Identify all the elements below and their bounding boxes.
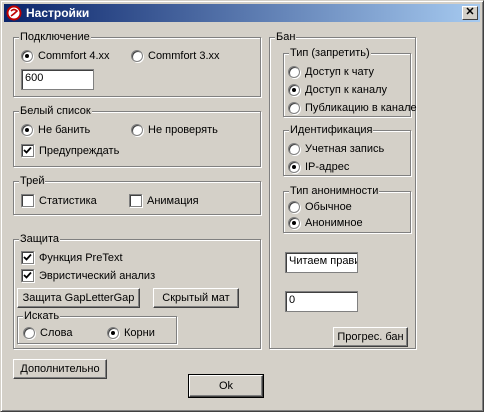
words-radio[interactable]: Слова [23,327,72,339]
protection-legend: Защита [19,233,60,245]
search-group: Искать Слова Корни [17,310,177,344]
app-icon [6,5,22,21]
roots-label: Корни [124,327,155,339]
account-radio[interactable]: Учетная запись [288,143,384,155]
close-button[interactable]: ✕ [462,6,478,20]
window-title: Настройки [26,6,90,20]
chat-access-radio[interactable]: Доступ к чату [288,66,374,78]
no-check-radio[interactable]: Не проверять [131,124,218,136]
count-input[interactable]: 0 [285,291,358,312]
tray-group: Трей Статистика Анимация [13,175,261,215]
pretext-label: Функция PreText [39,251,123,264]
heuristic-label: Эвристический анализ [39,269,156,282]
ban-type-legend: Тип (запретить) [289,47,371,59]
stats-label: Статистика [39,194,97,207]
anonymous-radio[interactable]: Анонимное [288,217,363,229]
chat-access-label: Доступ к чату [305,66,375,78]
gap-letter-gap-button[interactable]: Защита GapLetterGap [17,288,140,308]
ok-button[interactable]: Ok [188,374,264,398]
pretext-checkbox[interactable]: Функция PreText [21,251,123,264]
roots-radio[interactable]: Корни [107,327,155,339]
ban-type-group: Тип (запретить) Доступ к чату Доступ к к… [283,47,417,117]
ip-label: IP-адрес [305,161,350,173]
no-ban-radio[interactable]: Не банить [21,124,90,136]
anon-legend: Тип анонимности [289,185,380,197]
words-label: Слова [40,327,73,339]
progress-ban-button[interactable]: Прогрес. бан [333,327,408,347]
connection-group: Подключение Commfort 4.xx Commfort 3.xx … [13,31,261,97]
commfort4-radio[interactable]: Commfort 4.xx [21,50,110,62]
channel-access-radio[interactable]: Доступ к каналу [288,84,387,96]
ident-group: Идентификация Учетная запись IP-адрес [283,124,411,176]
port-input[interactable]: 600 [21,69,94,90]
animation-label: Анимация [147,194,199,207]
warn-label: Предупреждать [39,144,120,157]
ban-group: Бан Тип (запретить) Доступ к чату Доступ… [269,31,417,349]
whitelist-group: Белый список Не банить Не проверять Пред… [13,105,261,167]
checkmark-icon [23,271,32,279]
hidden-mat-button[interactable]: Скрытый мат [153,288,239,308]
more-button[interactable]: Дополнительно [13,359,107,379]
channel-publish-label: Публикацию в канале [305,102,417,114]
title-bar[interactable]: Настройки ✕ [4,4,480,22]
no-check-label: Не проверять [148,124,218,136]
account-label: Учетная запись [305,143,385,155]
ban-legend: Бан [275,31,297,43]
animation-checkbox[interactable]: Анимация [129,194,199,207]
normal-label: Обычное [305,201,352,213]
channel-publish-radio[interactable]: Публикацию в канале [288,102,417,114]
checkmark-icon [23,253,32,261]
stats-checkbox[interactable]: Статистика [21,194,97,207]
checkmark-icon [23,146,32,154]
settings-window: Настройки ✕ Подключение Commfort 4.xx Co… [0,0,484,412]
warn-checkbox[interactable]: Предупреждать [21,144,119,157]
channel-access-label: Доступ к каналу [305,84,388,96]
connection-legend: Подключение [19,31,91,43]
tray-legend: Трей [19,175,46,187]
reason-input[interactable]: Читаем прави [285,252,358,273]
anon-group: Тип анонимности Обычное Анонимное [283,185,411,233]
commfort4-label: Commfort 4.xx [38,50,110,62]
commfort3-label: Commfort 3.xx [148,50,220,62]
normal-radio[interactable]: Обычное [288,201,352,213]
ip-radio[interactable]: IP-адрес [288,161,349,173]
commfort3-radio[interactable]: Commfort 3.xx [131,50,220,62]
no-ban-label: Не банить [38,124,91,136]
ident-legend: Идентификация [289,124,374,136]
search-legend: Искать [23,310,61,322]
heuristic-checkbox[interactable]: Эвристический анализ [21,269,155,282]
whitelist-legend: Белый список [19,105,92,117]
anonymous-label: Анонимное [305,217,363,229]
protection-group: Защита Функция PreText Эвристический ана… [13,233,261,349]
